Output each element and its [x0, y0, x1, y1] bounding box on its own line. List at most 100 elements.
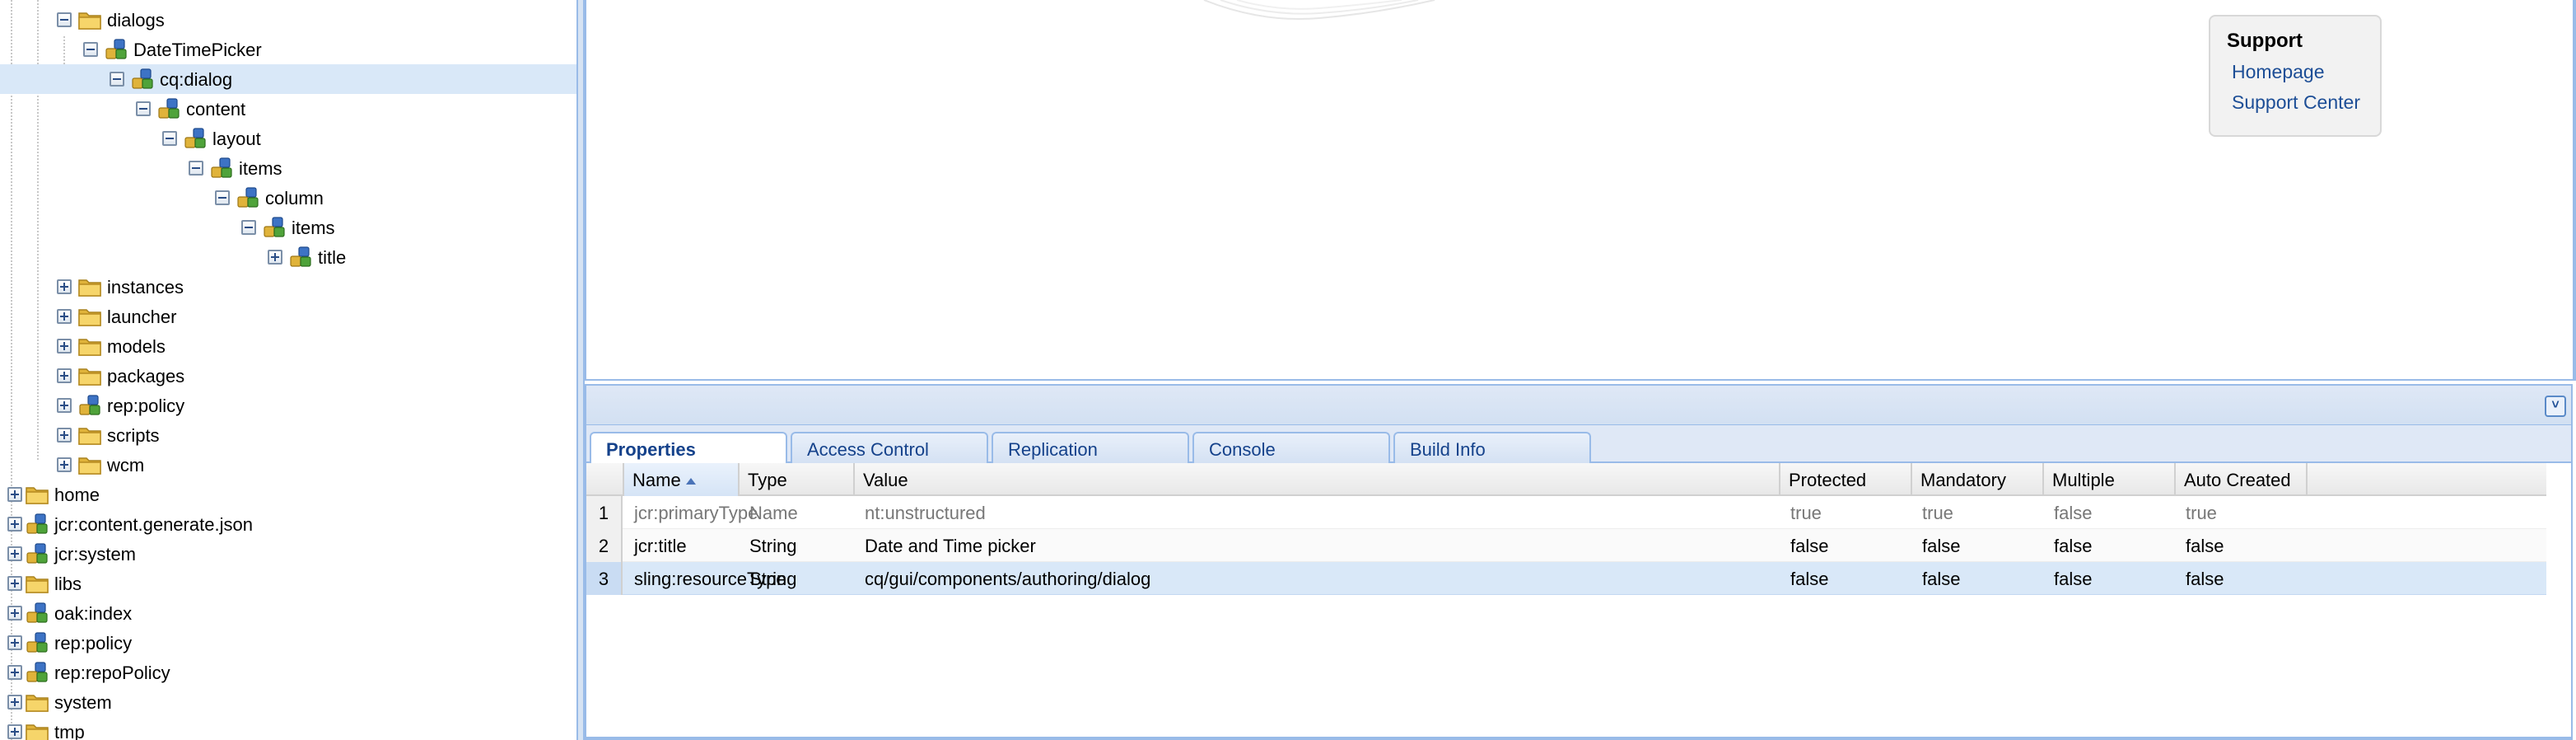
node-icon: [25, 512, 49, 536]
tree-node[interactable]: column: [0, 183, 576, 213]
expand-icon[interactable]: [7, 635, 22, 650]
cell-type[interactable]: Name: [740, 496, 855, 529]
cell-multiple[interactable]: false: [2044, 496, 2176, 529]
tree-node[interactable]: title: [0, 242, 576, 272]
tree-node[interactable]: instances: [0, 272, 576, 302]
tree-node[interactable]: models: [0, 331, 576, 361]
table-row[interactable]: 3 sling:resourceType String cq/gui/componen…: [586, 562, 2546, 595]
tree-node[interactable]: wcm: [0, 450, 576, 480]
column-header-protected[interactable]: Protected: [1780, 463, 1912, 496]
cell-value[interactable]: nt:unstructured: [855, 496, 1780, 529]
collapse-icon[interactable]: [189, 161, 203, 176]
properties-panel: ˅ Properties Access Control Replication …: [585, 384, 2573, 740]
tab-console[interactable]: Console: [1192, 432, 1390, 463]
tree-node[interactable]: jcr:system: [0, 539, 576, 569]
expand-icon[interactable]: [57, 398, 72, 413]
tree-node[interactable]: scripts: [0, 420, 576, 450]
expand-icon[interactable]: [7, 665, 22, 680]
tree-node[interactable]: rep:policy: [0, 391, 576, 420]
expand-icon[interactable]: [57, 368, 72, 383]
tree-node[interactable]: tmp: [0, 717, 576, 740]
cell-mandatory[interactable]: false: [1912, 562, 2044, 595]
column-header-label: Name: [632, 470, 681, 490]
cell-protected[interactable]: true: [1780, 496, 1912, 529]
tree-node[interactable]: oak:index: [0, 598, 576, 628]
collapse-icon[interactable]: [215, 190, 230, 205]
row-number: 2: [586, 529, 623, 562]
tree-node-label: libs: [54, 574, 82, 594]
expand-icon[interactable]: [57, 339, 72, 354]
cell-auto-created[interactable]: false: [2176, 562, 2308, 595]
tree-node-label: jcr:content.generate.json: [54, 514, 253, 535]
expand-icon[interactable]: [57, 309, 72, 324]
tree-node-label: oak:index: [54, 603, 133, 624]
table-row[interactable]: 2 jcr:title String Date and Time picker fals…: [586, 529, 2546, 562]
cell-type[interactable]: String: [740, 529, 855, 562]
panel-splitter[interactable]: [576, 0, 585, 740]
column-header-type[interactable]: Type: [740, 463, 855, 496]
collapse-icon[interactable]: ˅: [2545, 396, 2566, 417]
cell-multiple[interactable]: false: [2044, 529, 2176, 562]
tree-node[interactable]: packages: [0, 361, 576, 391]
expand-icon[interactable]: [7, 487, 22, 502]
tree-node[interactable]: items: [0, 153, 576, 183]
expand-icon[interactable]: [268, 250, 282, 265]
tree-node[interactable]: libs: [0, 569, 576, 598]
expand-icon[interactable]: [7, 576, 22, 591]
collapse-icon[interactable]: [136, 101, 151, 116]
tree-node[interactable]: items: [0, 213, 576, 242]
column-header-multiple[interactable]: Multiple: [2044, 463, 2176, 496]
collapse-icon[interactable]: [83, 42, 98, 57]
expand-icon[interactable]: [7, 517, 22, 532]
tab-access-control[interactable]: Access Control: [791, 432, 988, 463]
collapse-icon[interactable]: [57, 12, 72, 27]
tree-node[interactable]: layout: [0, 124, 576, 153]
tab-build-info[interactable]: Build Info: [1393, 432, 1591, 463]
tree-node[interactable]: rep:repoPolicy: [0, 658, 576, 687]
cell-type[interactable]: String: [740, 562, 855, 595]
cell-mandatory[interactable]: false: [1912, 529, 2044, 562]
homepage-link[interactable]: Homepage: [2232, 61, 2364, 83]
cell-protected[interactable]: false: [1780, 562, 1912, 595]
expand-icon[interactable]: [57, 457, 72, 472]
folder-icon: [77, 7, 102, 32]
tree-node-label: layout: [212, 129, 261, 149]
expand-icon[interactable]: [7, 606, 22, 621]
cell-value[interactable]: Date and Time picker: [855, 529, 1780, 562]
tree-node[interactable]: home: [0, 480, 576, 509]
collapse-icon[interactable]: [241, 220, 256, 235]
panel-header-bar: ˅: [586, 386, 2571, 425]
column-header-mandatory[interactable]: Mandatory: [1912, 463, 2044, 496]
tree-node[interactable]: launcher: [0, 302, 576, 331]
grid-header: Name Type Value Protected Mandatory Mult…: [586, 463, 2546, 496]
cell-mandatory[interactable]: true: [1912, 496, 2044, 529]
folder-icon: [25, 571, 49, 596]
cell-value[interactable]: cq/gui/components/authoring/dialog: [855, 562, 1780, 595]
tree-node[interactable]: dialogs: [0, 5, 576, 35]
tree-node[interactable]: jcr:content.generate.json: [0, 509, 576, 539]
tab-properties[interactable]: Properties: [590, 432, 787, 465]
table-row[interactable]: 1 jcr:primaryType Name nt:unstructured true t…: [586, 496, 2546, 529]
cell-multiple[interactable]: false: [2044, 562, 2176, 595]
column-header-value[interactable]: Value: [855, 463, 1780, 496]
cell-auto-created[interactable]: true: [2176, 496, 2308, 529]
tab-replication[interactable]: Replication: [992, 432, 1189, 463]
expand-icon[interactable]: [57, 428, 72, 443]
column-header-auto-created[interactable]: Auto Created: [2176, 463, 2308, 496]
expand-icon[interactable]: [7, 546, 22, 561]
support-center-link[interactable]: Support Center: [2232, 91, 2364, 114]
tree-node[interactable]: system: [0, 687, 576, 717]
collapse-icon[interactable]: [162, 131, 177, 146]
tree-node[interactable]: content: [0, 94, 576, 124]
tree-node[interactable]: DateTimePicker: [0, 35, 576, 64]
collapse-icon[interactable]: [110, 72, 124, 87]
tree-node[interactable]: cq:dialog: [0, 64, 576, 94]
folder-icon: [77, 334, 102, 358]
expand-icon[interactable]: [57, 279, 72, 294]
cell-auto-created[interactable]: false: [2176, 529, 2308, 562]
tree-node[interactable]: rep:policy: [0, 628, 576, 658]
expand-icon[interactable]: [7, 695, 22, 710]
cell-protected[interactable]: false: [1780, 529, 1912, 562]
expand-icon[interactable]: [7, 724, 22, 739]
column-header-name[interactable]: Name: [624, 463, 740, 496]
